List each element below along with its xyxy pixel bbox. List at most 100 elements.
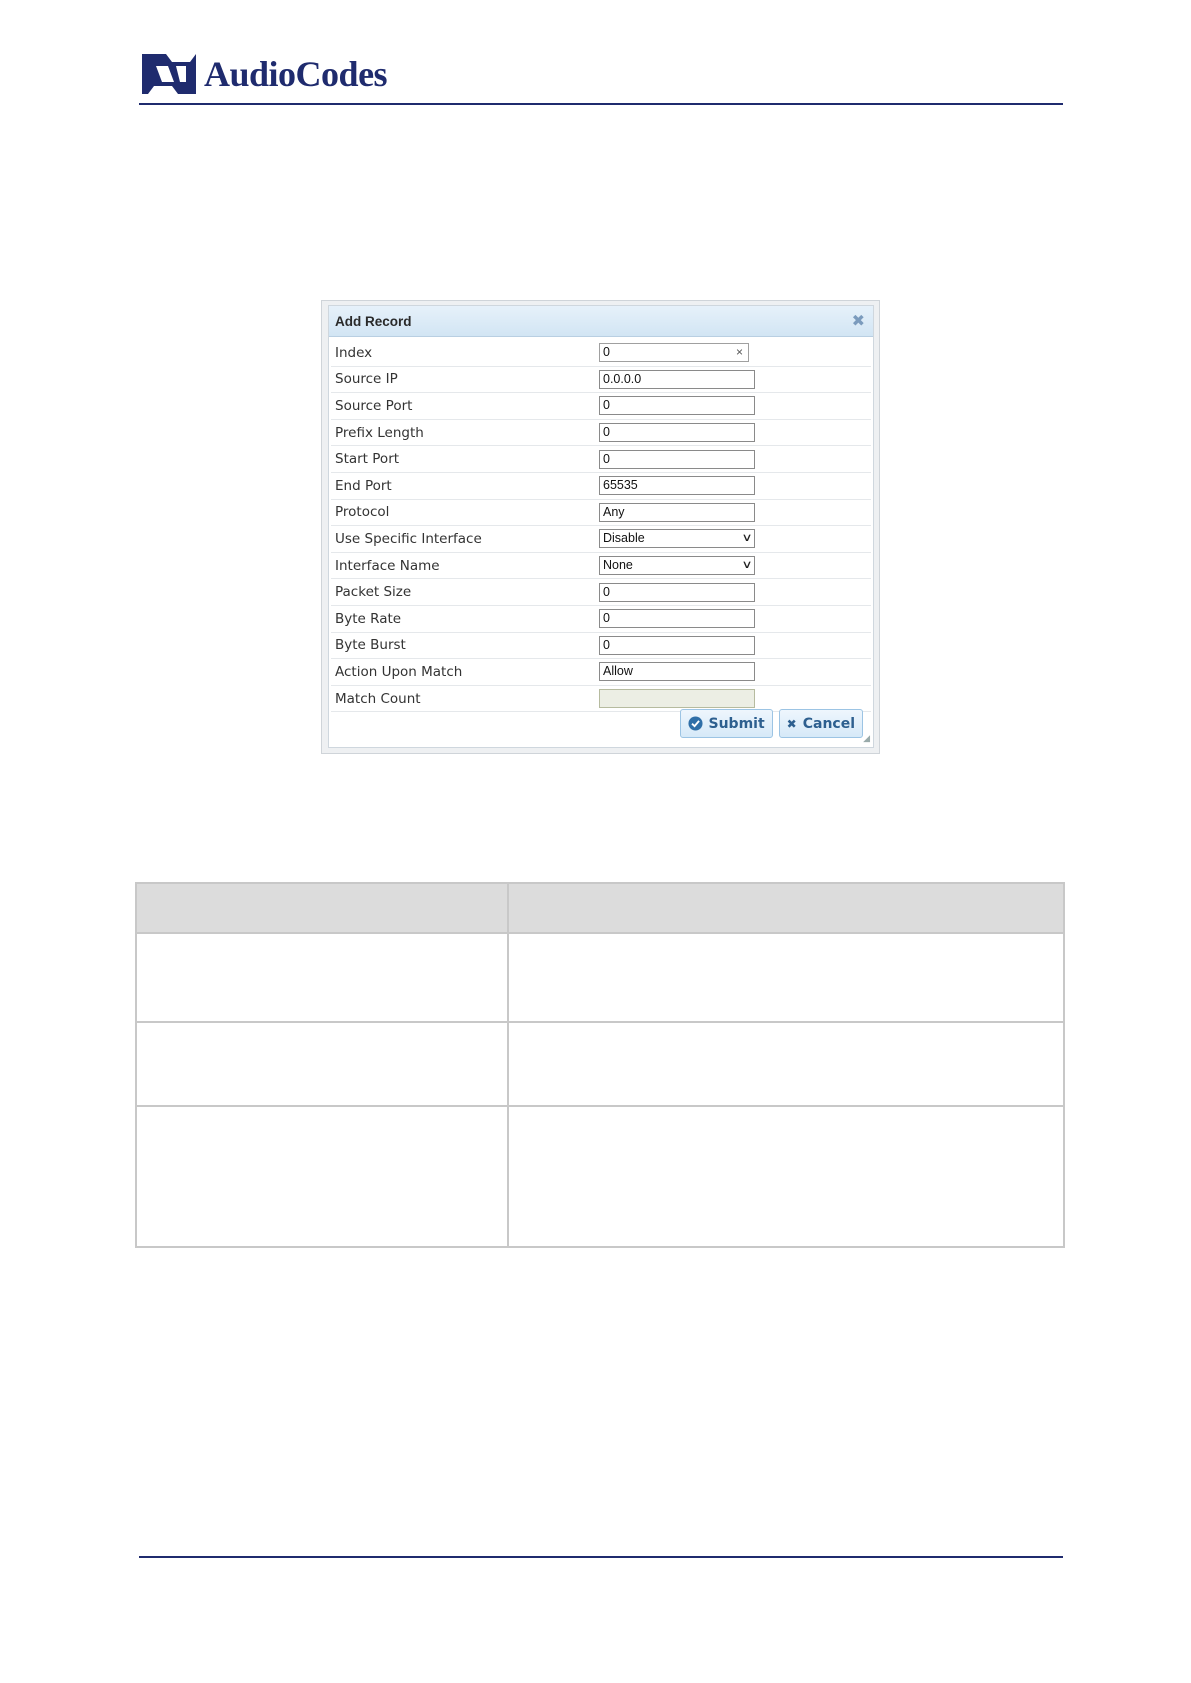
form-row: Packet Size 0	[331, 579, 871, 606]
table-cell	[507, 1105, 1065, 1248]
form-row: Interface Name None ∨	[331, 553, 871, 580]
field-value: None	[603, 558, 633, 573]
chevron-down-icon[interactable]: ∨	[741, 530, 752, 547]
source-port-input[interactable]: 0	[599, 396, 755, 416]
field-value: 0	[603, 398, 610, 413]
field-container: Allow	[599, 662, 871, 682]
add-record-dialog: Add Record ✖ Index 0 × Source IP 0.0.0.0 Sour…	[328, 305, 874, 748]
x-icon: ✖	[786, 716, 797, 731]
field-label: Protocol	[335, 504, 390, 521]
field-container: 0	[599, 635, 871, 655]
submit-button[interactable]: Submit	[679, 709, 773, 738]
form-row: Source IP 0.0.0.0	[331, 367, 871, 394]
dialog-titlebar: Add Record ✖	[329, 306, 873, 337]
audiocodes-logo-mark-icon	[142, 54, 196, 94]
form-row: Prefix Length 0	[331, 420, 871, 447]
field-label: End Port	[335, 477, 392, 494]
field-label: Use Specific Interface	[335, 530, 482, 547]
table-cell	[507, 1021, 1065, 1107]
form-row: Byte Burst 0	[331, 633, 871, 660]
header-rule	[139, 103, 1063, 105]
byte-burst-input[interactable]: 0	[599, 635, 755, 655]
field-label: Start Port	[335, 451, 400, 468]
field-value: 0	[603, 345, 610, 360]
source-ip-input[interactable]: 0.0.0.0	[599, 369, 755, 389]
dialog-title: Add Record	[335, 313, 412, 329]
form-row: Index 0 ×	[331, 340, 871, 367]
interface-name-select[interactable]: None ∨	[599, 556, 755, 576]
dialog-buttons: Submit ✖ Cancel	[679, 709, 863, 738]
cancel-button[interactable]: ✖ Cancel	[778, 709, 863, 738]
byte-rate-input[interactable]: 0	[599, 609, 755, 629]
form-row: Action Upon Match Allow	[331, 659, 871, 686]
close-icon[interactable]: ✖	[852, 313, 865, 329]
field-value: 0.0.0.0	[603, 371, 642, 386]
cancel-label: Cancel	[802, 715, 855, 732]
field-label: Match Count	[335, 690, 421, 707]
field-value: Disable	[603, 531, 645, 546]
form-row: End Port 65535	[331, 473, 871, 500]
form-row: Protocol Any	[331, 500, 871, 527]
field-value: 0	[603, 611, 610, 626]
field-value: 0	[603, 425, 610, 440]
form-row: Start Port 0	[331, 446, 871, 473]
chevron-down-icon[interactable]: ∨	[741, 557, 752, 574]
resize-grip-icon[interactable]: ◢	[863, 734, 870, 744]
check-circle-icon	[687, 716, 703, 731]
table-row	[135, 932, 1065, 1023]
field-container: 0	[599, 609, 871, 629]
table-header-row	[135, 882, 1065, 934]
field-label: Packet Size	[335, 584, 412, 601]
field-value: 0	[603, 451, 610, 466]
table-cell	[507, 932, 1065, 1023]
protocol-input[interactable]: Any	[599, 502, 755, 522]
field-container	[599, 689, 871, 709]
action-upon-match-input[interactable]: Allow	[599, 662, 755, 682]
table-header-cell	[507, 882, 1065, 934]
table-row	[135, 1105, 1065, 1248]
table-cell	[135, 1021, 509, 1107]
submit-label: Submit	[708, 715, 765, 732]
form-row: Source Port 0	[331, 393, 871, 420]
field-label: Interface Name	[335, 557, 440, 574]
field-container: 0.0.0.0	[599, 369, 871, 389]
table-row	[135, 1021, 1065, 1107]
field-value: 0	[603, 584, 610, 599]
field-label: Byte Burst	[335, 637, 406, 654]
audiocodes-logo: AudioCodes	[142, 54, 388, 94]
field-container: 0	[599, 423, 871, 443]
use-specific-interface-select[interactable]: Disable ∨	[599, 529, 755, 549]
index-input[interactable]: 0 ×	[599, 343, 749, 363]
table-cell	[135, 1105, 509, 1248]
prefix-length-input[interactable]: 0	[599, 423, 755, 443]
table-header-cell	[135, 882, 509, 934]
field-label: Action Upon Match	[335, 663, 463, 680]
field-container: 0	[599, 396, 871, 416]
field-label: Prefix Length	[335, 424, 424, 441]
field-container: 0	[599, 449, 871, 469]
packet-size-input[interactable]: 0	[599, 582, 755, 602]
field-container: None ∨	[599, 556, 871, 576]
form-rows: Index 0 × Source IP 0.0.0.0 Source Port 0 Prefi…	[329, 337, 873, 713]
brand-name: AudioCodes	[204, 54, 388, 94]
dialog-screenshot: Add Record ✖ Index 0 × Source IP 0.0.0.0 Sour…	[321, 300, 880, 754]
field-value: 65535	[603, 478, 638, 493]
field-value: Allow	[603, 664, 633, 679]
match-count-field	[599, 689, 755, 709]
field-container: 0 ×	[599, 343, 871, 363]
table-cell	[135, 932, 509, 1023]
start-port-input[interactable]: 0	[599, 449, 755, 469]
field-label: Source Port	[335, 397, 413, 414]
field-container: 0	[599, 582, 871, 602]
form-row: Use Specific Interface Disable ∨	[331, 526, 871, 553]
field-label: Byte Rate	[335, 610, 402, 627]
parameter-table	[135, 882, 1065, 1248]
field-value: 0	[603, 637, 610, 652]
form-row: Byte Rate 0	[331, 606, 871, 633]
field-value: Any	[603, 504, 625, 519]
field-label: Index	[335, 344, 373, 361]
end-port-input[interactable]: 65535	[599, 476, 755, 496]
clear-icon[interactable]: ×	[736, 344, 745, 361]
field-container: Disable ∨	[599, 529, 871, 549]
footer-rule	[139, 1556, 1063, 1558]
